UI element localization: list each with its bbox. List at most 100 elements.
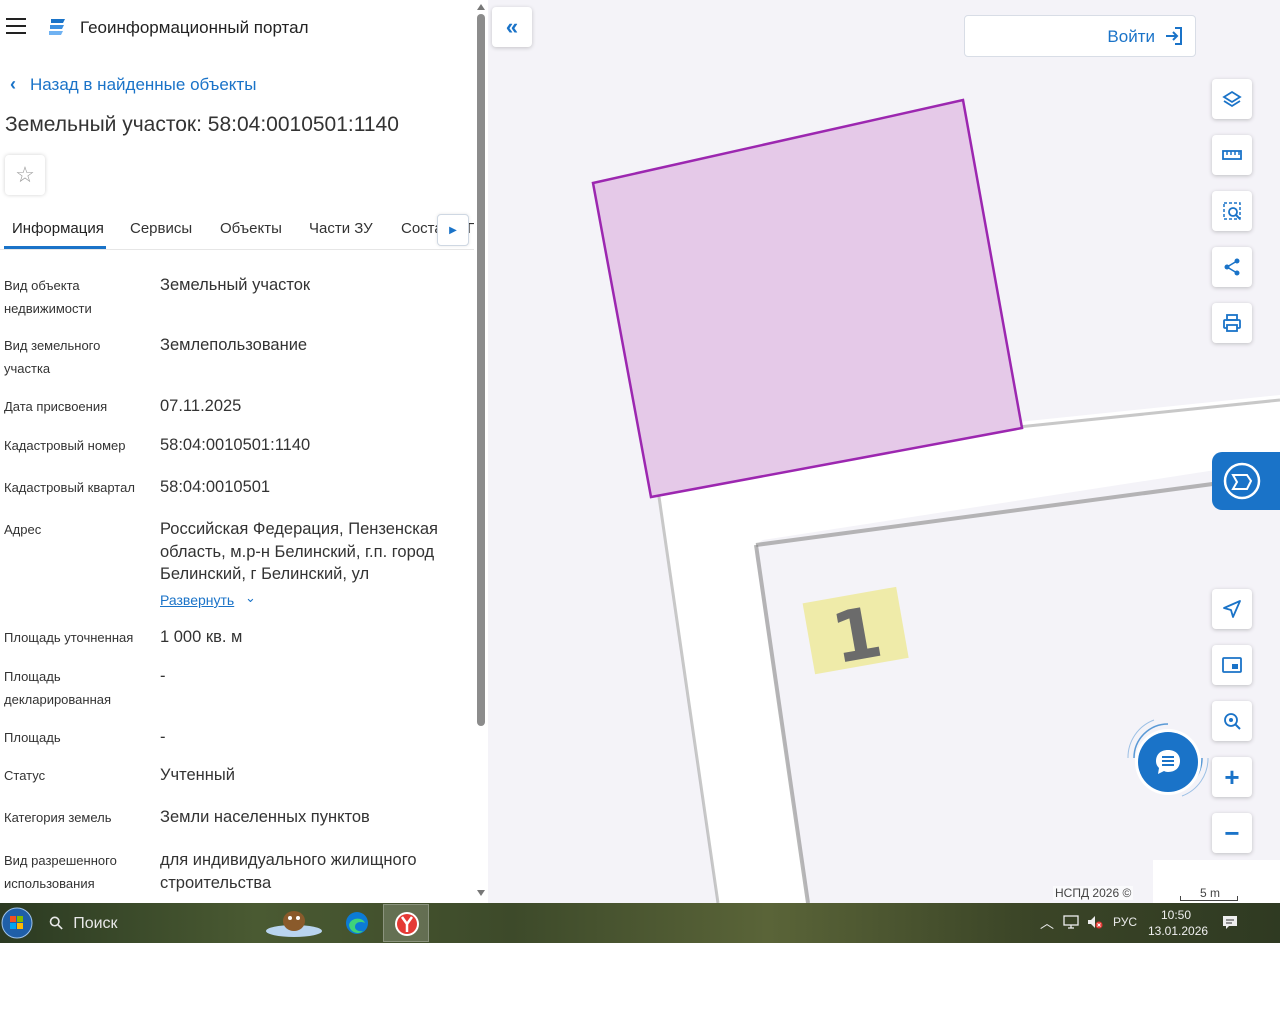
side-widget-button[interactable] [1212, 452, 1280, 510]
select-area-icon [1223, 202, 1241, 220]
prop-label-status: Статус [4, 768, 46, 783]
layers-button[interactable] [1212, 79, 1252, 119]
notifications-icon[interactable] [1221, 913, 1239, 934]
prop-label-area: Площадь [4, 730, 61, 745]
beaver-app-icon [266, 911, 322, 937]
prop-label-parcel-type: Вид земельного участка [4, 338, 101, 376]
tab-bar: Информация Сервисы Объекты Части ЗУ Сост… [0, 206, 474, 250]
panel-scrollbar[interactable] [474, 0, 488, 903]
geo-search-button[interactable] [1212, 701, 1252, 741]
plus-icon: + [1224, 762, 1240, 792]
land-parcel-polygon[interactable] [591, 98, 1024, 499]
prop-label-cadastral-number: Кадастровый номер [4, 438, 126, 453]
tray-expand-icon[interactable]: ︿ [1040, 913, 1054, 933]
chevron-left-icon: ‹ [10, 74, 16, 94]
taskbar-search[interactable]: ⚲ Поиск [45, 911, 118, 934]
zoom-out-button[interactable]: − [1212, 813, 1252, 853]
back-link-label: Назад в найденные объекты [30, 74, 257, 94]
taskbar-app-beaver[interactable] [262, 907, 326, 939]
print-button[interactable] [1212, 303, 1252, 343]
prop-value-object-type: Земельный участок [160, 276, 311, 294]
prop-value-land-category: Земли населенных пунктов [160, 808, 370, 826]
locate-icon [1223, 600, 1241, 618]
prop-label-cadastral-quarter: Кадастровый квартал [4, 480, 135, 495]
expand-address-link[interactable]: Развернуть [160, 592, 234, 608]
caret-right-icon: ▶ [449, 224, 457, 236]
active-tab-indicator [4, 246, 106, 249]
favorite-button[interactable]: ☆ [5, 155, 45, 195]
tabs-scroll-right-button[interactable]: ▶ [437, 214, 469, 246]
app-title: Геоинформационный портал [80, 18, 309, 37]
login-icon [1166, 27, 1182, 45]
tab-services[interactable]: Сервисы [130, 220, 192, 237]
clock-date: 13.01.2026 [1148, 924, 1209, 938]
back-to-results-link[interactable]: ‹ Назад в найденные объекты [10, 74, 256, 95]
taskbar-search-label: Поиск [73, 914, 118, 932]
locate-button[interactable] [1212, 589, 1252, 629]
prop-value-status: Учтенный [160, 766, 235, 784]
geo-search-icon [1224, 713, 1241, 730]
zoom-in-button[interactable]: + [1212, 757, 1252, 797]
prop-label-permitted-use: Вид разрешенного использования [4, 853, 117, 891]
print-icon [1223, 314, 1241, 332]
start-button[interactable] [0, 904, 36, 942]
minimap-icon [1222, 657, 1242, 673]
layers-icon [1222, 90, 1242, 108]
info-panel: Геоинформационный портал ‹ Назад в найде… [0, 0, 488, 903]
keyboard-language[interactable]: РУС [1113, 915, 1137, 929]
prop-label-address: Адрес [4, 522, 42, 537]
prop-value-area-refined: 1 000 кв. м [160, 628, 243, 646]
scroll-thumb[interactable] [477, 14, 485, 726]
minimap-button[interactable] [1212, 645, 1252, 685]
map-attribution: НСПД 2026 © [1053, 886, 1134, 900]
prop-label-area-refined: Площадь уточненная [4, 630, 134, 645]
prop-value-cadastral-number: 58:04:0010501:1140 [160, 436, 311, 454]
prop-value-area-declared: - [160, 667, 166, 685]
network-icon[interactable] [1062, 913, 1080, 934]
select-area-button[interactable] [1212, 191, 1252, 231]
prop-value-parcel-type: Землепользование [160, 336, 308, 354]
taskbar-app-yandex[interactable] [383, 904, 429, 942]
edge-browser-icon [346, 912, 368, 934]
share-button[interactable] [1212, 247, 1252, 287]
portal-logo-icon [49, 19, 65, 35]
chevron-down-icon[interactable]: ⌄ [245, 590, 256, 606]
tab-information[interactable]: Информация [12, 220, 104, 237]
prop-label-assign-date: Дата присвоения [4, 399, 108, 414]
building-number-label: 1 [802, 586, 909, 680]
prop-value-area: - [160, 728, 166, 746]
menu-icon[interactable] [6, 18, 26, 34]
map-document-icon [1223, 462, 1261, 500]
map-view[interactable]: 1 « Войти + − НСПД 2026 © 5 m [488, 0, 1280, 903]
os-taskbar: ⚲ Поиск ︿ РУС 10:50 13.01.2026 [0, 903, 1280, 943]
prop-label-area-declared: Площадь декларированная [4, 669, 112, 707]
minus-icon: − [1224, 818, 1240, 848]
clock-time: 10:50 [1160, 908, 1192, 922]
prop-value-permitted-use: для индивидуального жилищного строительс… [160, 851, 417, 892]
yandex-browser-icon [395, 912, 419, 936]
prop-value-assign-date: 07.11.2025 [160, 397, 242, 415]
prop-value-address: Российская Федерация, Пензенская область… [160, 520, 438, 583]
measure-button[interactable] [1212, 135, 1252, 175]
login-label: Войти [1107, 27, 1155, 46]
chat-icon [1156, 750, 1180, 774]
tab-parcel-parts[interactable]: Части ЗУ [309, 220, 373, 237]
scroll-up-arrow-icon[interactable] [477, 4, 485, 10]
collapse-panel-button[interactable]: « [492, 7, 532, 47]
taskbar-app-edge[interactable] [341, 907, 373, 939]
tab-objects[interactable]: Объекты [220, 220, 282, 237]
double-chevron-left-icon: « [505, 14, 519, 39]
page-title: Земельный участок: 58:04:0010501:1140 [5, 113, 399, 136]
search-icon: ⚲ [44, 911, 68, 935]
scale-bar [1180, 896, 1238, 901]
volume-muted-icon[interactable] [1086, 913, 1104, 934]
chat-button[interactable] [1138, 732, 1198, 792]
prop-value-cadastral-quarter: 58:04:0010501 [160, 478, 271, 496]
prop-label-object-type: Вид объекта недвижимости [4, 278, 92, 316]
share-icon [1224, 258, 1240, 276]
prop-label-land-category: Категория земель [4, 810, 112, 825]
system-clock[interactable]: 10:50 13.01.2026 [1148, 907, 1209, 939]
star-icon: ☆ [15, 162, 35, 187]
login-button[interactable]: Войти [964, 15, 1196, 57]
scroll-down-arrow-icon[interactable] [477, 890, 485, 896]
